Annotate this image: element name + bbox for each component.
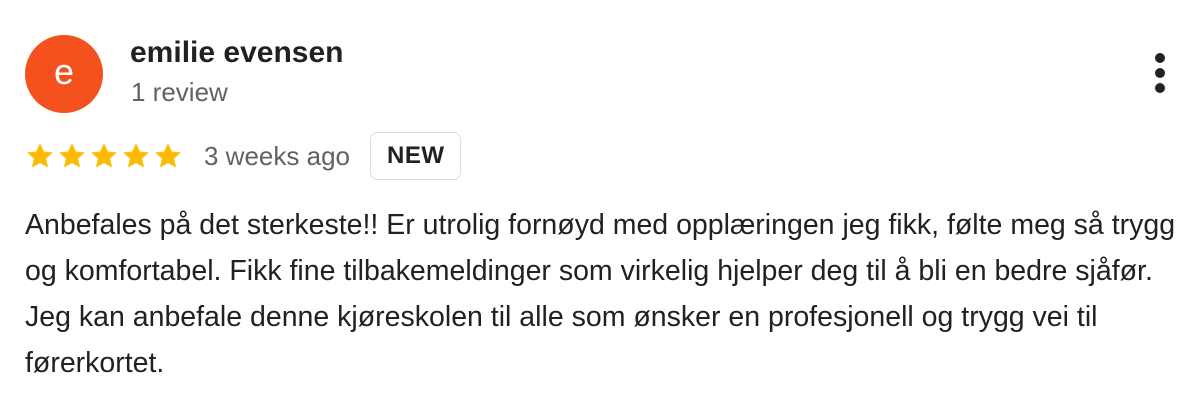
reviewer-name[interactable]: emilie evensen [130,36,343,70]
avatar[interactable]: e [25,35,103,113]
review-card: e emilie evensen 1 review 3 weeks ago NE… [0,0,1200,405]
star-icon [89,141,119,171]
rating-row: 3 weeks ago NEW [25,128,462,184]
review-text: Anbefales på det sterkeste!! Er utrolig … [25,209,1176,379]
star-icon [25,141,55,171]
more-vert-icon [1155,53,1165,93]
review-count: 1 review [131,77,228,107]
more-options-button[interactable] [1140,48,1180,98]
star-rating [25,141,185,171]
star-icon [57,141,87,171]
star-icon [121,141,151,171]
star-icon [153,141,183,171]
review-date: 3 weeks ago [204,140,350,171]
new-badge: NEW [369,132,462,180]
